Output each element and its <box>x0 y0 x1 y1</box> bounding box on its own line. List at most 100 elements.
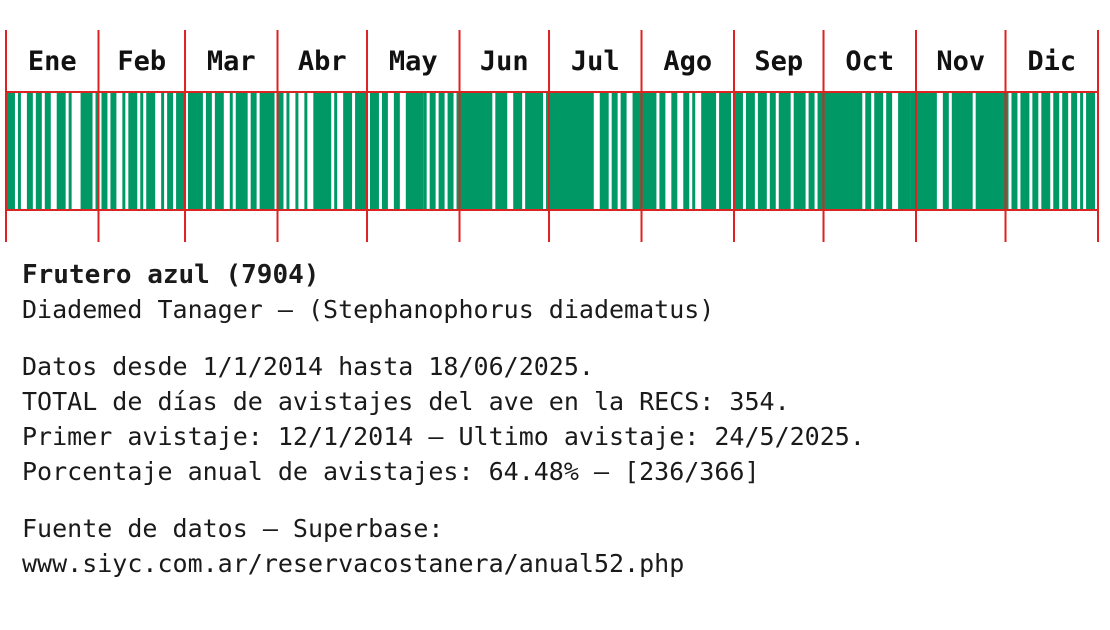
month-label-may: May <box>389 46 438 77</box>
presence-bar-63 <box>808 92 815 210</box>
presence-bar-65 <box>820 92 863 210</box>
presence-bar-21 <box>229 92 233 210</box>
presence-bar-55 <box>701 92 717 210</box>
presence-bar-69 <box>898 92 911 210</box>
presence-bar-48 <box>620 92 627 210</box>
presence-bar-14 <box>146 92 156 210</box>
month-label-mar: Mar <box>207 46 256 77</box>
presence-bar-54 <box>692 92 696 210</box>
presence-bar-30 <box>334 92 338 210</box>
month-label-nov: Nov <box>936 46 985 77</box>
presence-bar-44 <box>525 92 544 210</box>
presence-bar-40 <box>447 92 454 210</box>
presence-bar-68 <box>886 92 893 210</box>
total-days: TOTAL de días de avistajes del ave en la… <box>22 387 790 416</box>
presence-bar-9 <box>101 92 108 210</box>
presence-bar-24 <box>259 92 275 210</box>
presence-bar-67 <box>874 92 884 210</box>
month-label-jun: Jun <box>480 46 529 77</box>
presence-bar-13 <box>140 92 144 210</box>
presence-bar-51 <box>659 92 666 210</box>
presence-bar-10 <box>110 92 117 210</box>
presence-bar-62 <box>793 92 806 210</box>
month-label-sep: Sep <box>754 46 803 77</box>
presence-bar-41 <box>456 92 493 210</box>
presence-bar-79 <box>1053 92 1060 210</box>
annual-percentage: Porcentaje anual de avistajes: 64.48% – … <box>22 457 760 486</box>
presence-bar-38 <box>429 92 436 210</box>
presence-bar-2 <box>26 92 33 210</box>
month-label-feb: Feb <box>117 46 166 77</box>
data-source-label: Fuente de datos – Superbase: <box>22 514 444 543</box>
presence-bar-45 <box>546 92 594 210</box>
presence-bar-15 <box>161 92 165 210</box>
presence-bar-42 <box>495 92 508 210</box>
data-range: Datos desde 1/1/2014 hasta 18/06/2025. <box>22 352 594 381</box>
presence-bar-71 <box>942 92 949 210</box>
presence-bar-81 <box>1071 92 1078 210</box>
presence-bar-7 <box>80 92 93 210</box>
presence-bar-12 <box>128 92 138 210</box>
month-label-abr: Abr <box>298 46 347 77</box>
presence-bar-19 <box>205 92 212 210</box>
presence-bar-16 <box>167 92 174 210</box>
species-info-panel: Frutero azul (7904) Diademed Tanager – (… <box>22 258 1102 581</box>
month-label-oct: Oct <box>845 46 894 77</box>
month-label-ago: Ago <box>663 46 712 77</box>
species-subtitle: Diademed Tanager – (Stephanophorus diade… <box>22 295 715 324</box>
presence-bar-60 <box>769 92 776 210</box>
presence-bar-0 <box>6 92 15 210</box>
presence-bar-72 <box>951 92 973 210</box>
presence-bar-34 <box>381 92 388 210</box>
presence-bar-17 <box>176 92 186 210</box>
month-label-dic: Dic <box>1027 46 1076 77</box>
presence-bar-56 <box>719 92 732 210</box>
presence-bar-70 <box>910 92 937 210</box>
presence-bar-4 <box>44 92 51 210</box>
presence-bar-82 <box>1080 92 1084 210</box>
presence-bar-1 <box>17 92 21 210</box>
presence-bar-26 <box>286 92 290 210</box>
presence-bar-78 <box>1041 92 1051 210</box>
presence-bar-73 <box>975 92 1003 210</box>
presence-bar-35 <box>393 92 400 210</box>
presence-bar-11 <box>122 92 126 210</box>
presence-bar-31 <box>343 92 353 210</box>
presence-bar-28 <box>304 92 308 210</box>
presence-bar-18 <box>188 92 203 210</box>
presence-bar-53 <box>683 92 690 210</box>
presence-bar-52 <box>671 92 678 210</box>
presence-bar-43 <box>513 92 523 210</box>
presence-bar-29 <box>313 92 332 210</box>
species-title: Frutero azul (7904) <box>22 260 320 290</box>
presence-bar-46 <box>599 92 609 210</box>
presence-bar-61 <box>778 92 791 210</box>
first-last-sighting: Primer avistaje: 12/1/2014 – Ultimo avis… <box>22 422 865 451</box>
presence-bar-49 <box>632 92 639 210</box>
presence-bar-6 <box>68 92 72 210</box>
presence-bar-20 <box>214 92 224 210</box>
presence-bar-58 <box>745 92 755 210</box>
month-label-ene: Ene <box>28 46 77 77</box>
presence-bar-77 <box>1032 92 1039 210</box>
presence-bar-76 <box>1020 92 1030 210</box>
presence-bar-36 <box>405 92 424 210</box>
presence-bar-47 <box>611 92 618 210</box>
presence-bar-39 <box>438 92 445 210</box>
presence-bar-83 <box>1086 92 1096 210</box>
presence-bar-37 <box>423 92 427 210</box>
presence-bar-22 <box>235 92 248 210</box>
presence-bars <box>6 92 1096 210</box>
presence-bar-27 <box>295 92 299 210</box>
annual-presence-chart: Ene Feb Mar Abr May Jun Jul Ago Sep Oct Nov Dic <box>5 30 1099 242</box>
presence-bar-59 <box>757 92 767 210</box>
presence-bar-23 <box>250 92 257 210</box>
presence-bar-80 <box>1062 92 1069 210</box>
presence-bar-66 <box>865 92 872 210</box>
presence-bar-5 <box>56 92 66 210</box>
presence-bar-32 <box>355 92 368 210</box>
presence-bar-57 <box>734 92 743 210</box>
presence-bar-33 <box>370 92 379 210</box>
month-label-jul: Jul <box>571 46 620 77</box>
presence-bar-75 <box>1011 92 1018 210</box>
